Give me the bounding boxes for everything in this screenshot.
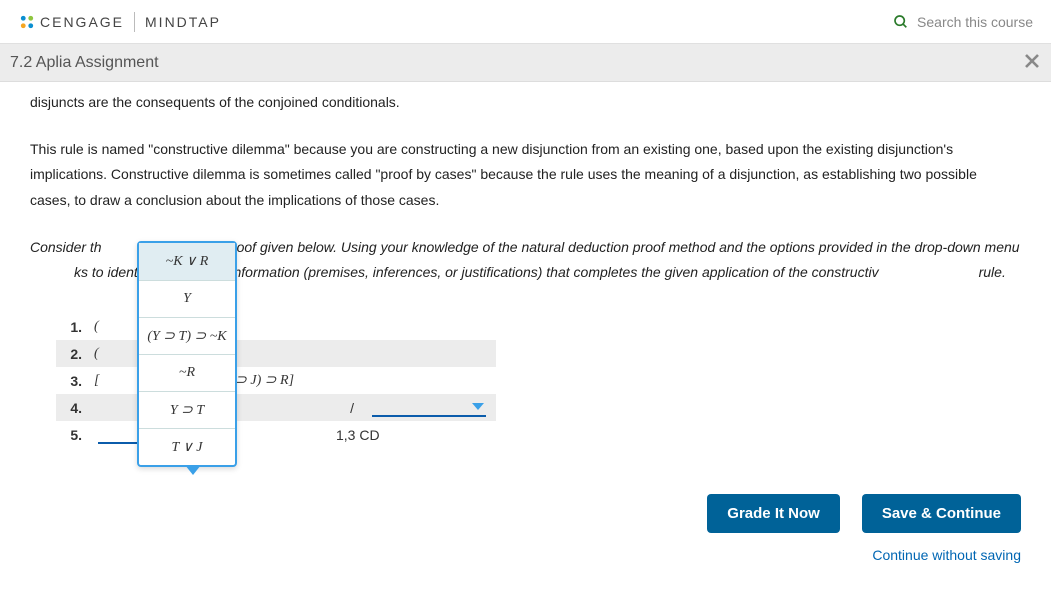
dropdown-option[interactable]: Y ⊃ T [139,391,235,428]
justification-dropdown[interactable] [372,399,486,417]
dropdown-option[interactable]: (Y ⊃ T) ⊃ ~K [139,317,235,354]
dropdown-option[interactable]: T ∨ J [139,428,235,465]
continue-without-saving-link[interactable]: Continue without saving [872,547,1021,563]
chevron-down-icon [472,403,484,410]
row-text-pre: [ [94,373,99,389]
row-text-pre: ( [94,346,99,362]
proof-row: 1. ( ) [56,313,496,340]
top-bar: CENGAGE MINDTAP Search this course [0,0,1051,44]
save-continue-button[interactable]: Save & Continue [862,494,1021,533]
instr-frag-d: rule. [979,264,1006,280]
grade-button[interactable]: Grade It Now [707,494,840,533]
brand-name-2: MINDTAP [145,14,221,30]
brand-logo-icon [18,13,36,31]
row-text-pre: ( [94,319,99,335]
close-icon[interactable] [1023,50,1041,76]
search-box[interactable]: Search this course [893,14,1033,30]
proof-row: 2. ( [56,340,496,367]
proof-row: 3. [ [(U ⊃ J) ⊃ R] [56,367,496,394]
row-number: 4. [56,400,94,416]
brand-name-1: CENGAGE [40,14,124,30]
brand-separator [134,12,135,32]
answer-dropdown[interactable]: ~K ∨ R Y (Y ⊃ T) ⊃ ~K ~R Y ⊃ T T ∨ J [137,241,237,467]
instr-frag-b: ion proof given below. Using your knowle… [202,239,1020,255]
row-number: 3. [56,373,94,389]
content-area: disjuncts are the consequents of the con… [0,82,1051,468]
brand: CENGAGE MINDTAP [18,12,221,32]
sub-header: 7.2 Aplia Assignment [0,44,1051,82]
row-number: 2. [56,346,94,362]
row-number: 1. [56,319,94,335]
action-buttons: Grade It Now Save & Continue [0,468,1051,539]
search-placeholder: Search this course [917,14,1033,30]
dropdown-option[interactable]: ~R [139,354,235,391]
proof-row: 5. 1,3 CD [56,421,496,448]
proof-row: 4. / [56,394,496,421]
assignment-title: 7.2 Aplia Assignment [10,54,159,72]
search-icon [893,14,909,30]
dropdown-option[interactable]: Y [139,280,235,317]
proof-table: 1. ( ) 2. ( 3. [ [(U ⊃ J) ⊃ R] 4. [56,313,496,448]
justification-text: 1,3 CD [336,427,486,443]
instr-frag-a: Consider th [30,239,102,255]
paragraph-explanation: This rule is named "constructive dilemma… [30,137,1021,213]
secondary-actions: Continue without saving [0,539,1051,573]
justification-separator: / [350,400,354,416]
row-number: 5. [56,427,94,443]
dropdown-option[interactable]: ~K ∨ R [139,243,235,280]
paragraph-fragment: disjuncts are the consequents of the con… [30,90,1021,115]
